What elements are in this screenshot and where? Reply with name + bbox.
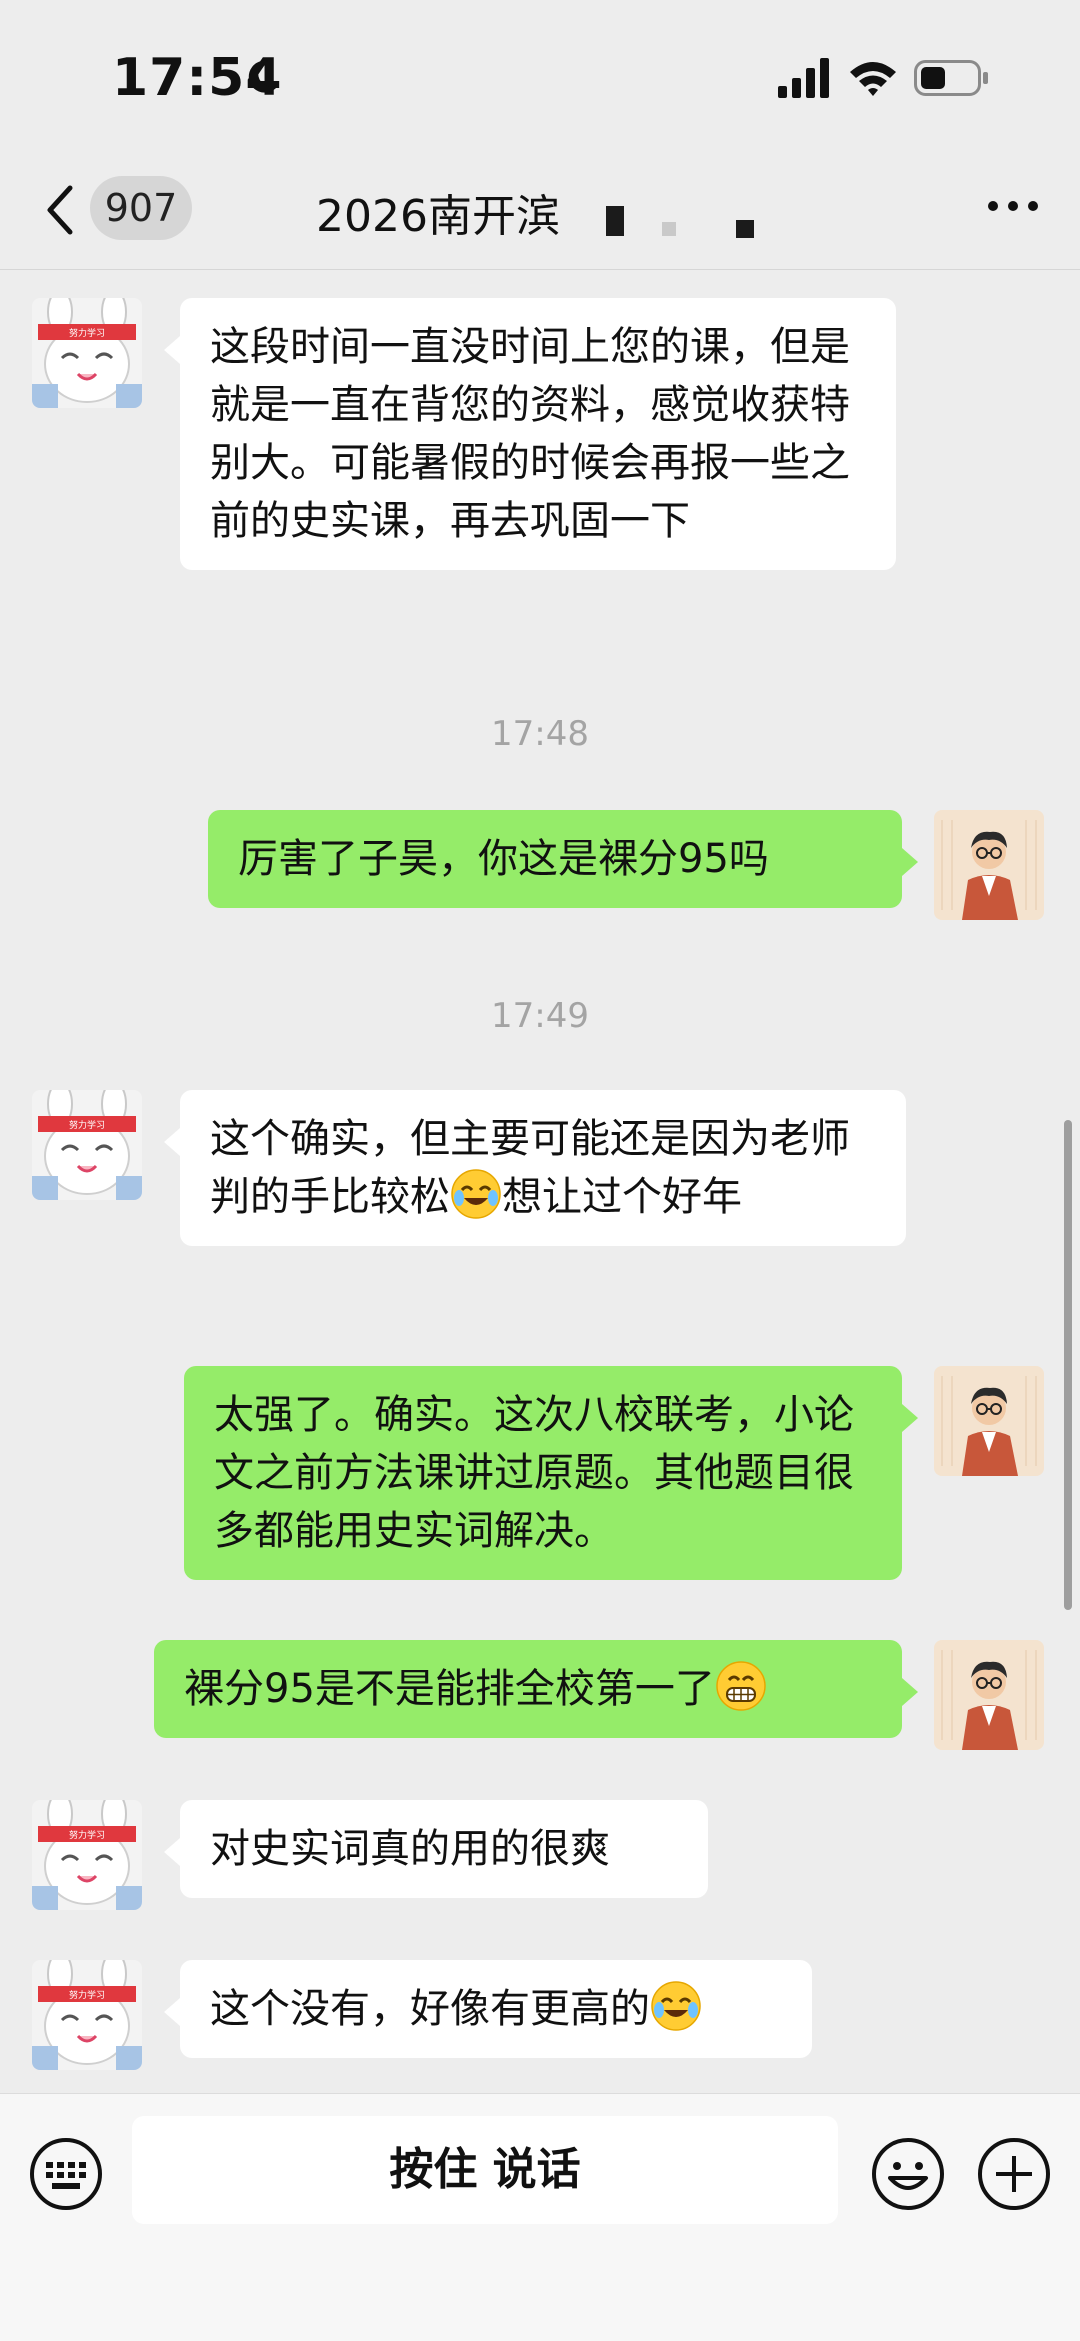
moon-icon — [248, 60, 279, 93]
grinning-emoji — [715, 1660, 767, 1712]
wifi-icon — [850, 62, 896, 96]
more-icon[interactable] — [986, 194, 1040, 218]
plus-icon[interactable] — [976, 2136, 1052, 2212]
timestamp: 17:48 — [491, 714, 589, 754]
message-bubble-in[interactable]: 这个没有，好像有更高的 — [164, 1960, 812, 2058]
message-bubble-in[interactable]: 这个确实，但主要可能还是因为老师判的手比较松 想让过个好年 — [164, 1090, 906, 1246]
message-text: 这个没有，好像有更高的 — [210, 1986, 650, 2032]
message-bubble-out[interactable]: 太强了。确实。这次八校联考，小论文之前方法课讲过原题。其他题目很多都能用史实词解… — [184, 1366, 918, 1580]
message-bubble-out[interactable]: 厉害了子昊，你这是裸分95吗 — [208, 810, 918, 908]
crying-laughing-emoji — [450, 1168, 502, 1220]
message-bubble-out[interactable]: 裸分95是不是能排全校第一了 — [154, 1640, 918, 1738]
message-text: 裸分95是不是能排全校第一了 — [184, 1666, 715, 1712]
message-text: 太强了。确实。这次八校联考，小论文之前方法课讲过原题。其他题目很多都能用史实词解… — [214, 1392, 854, 1554]
message-text: 想让过个好年 — [502, 1174, 742, 1220]
teacher-avatar[interactable] — [934, 1640, 1044, 1750]
redaction-mark — [606, 206, 624, 236]
chevron-left-icon[interactable] — [40, 180, 80, 240]
scrollbar[interactable] — [1064, 1120, 1072, 1610]
contact-avatar[interactable] — [32, 1800, 142, 1910]
message-bubble-in[interactable]: 这段时间一直没时间上您的课，但是就是一直在背您的资料，感觉收获特别大。可能暑假的… — [164, 298, 896, 570]
chat-title: 2026南开滨 — [316, 191, 560, 242]
contact-avatar[interactable] — [32, 1090, 142, 1200]
status-bar: 17:54 — [0, 0, 1080, 150]
battery-icon — [914, 60, 988, 96]
unread-count-badge[interactable]: 907 — [90, 176, 192, 240]
input-bar: 按住 说话 — [0, 2093, 1080, 2341]
timestamp: 17:49 — [491, 996, 589, 1036]
message-text: 这段时间一直没时间上您的课，但是就是一直在背您的资料，感觉收获特别大。可能暑假的… — [210, 324, 850, 544]
message-bubble-in[interactable]: 对史实词真的用的很爽 — [164, 1800, 708, 1898]
contact-avatar[interactable] — [32, 298, 142, 408]
message-text: 厉害了子昊，你这是裸分95吗 — [238, 836, 769, 882]
redaction-mark — [736, 220, 754, 238]
message-text: 对史实词真的用的很爽 — [210, 1826, 610, 1872]
teacher-avatar[interactable] — [934, 1366, 1044, 1476]
crying-laughing-emoji — [650, 1980, 702, 2032]
teacher-avatar[interactable] — [934, 810, 1044, 920]
keyboard-icon[interactable] — [28, 2136, 104, 2212]
chat-header: 907 2026南开滨 — [0, 150, 1080, 270]
smiley-icon[interactable] — [870, 2136, 946, 2212]
signal-icon — [778, 58, 829, 98]
contact-avatar[interactable] — [32, 1960, 142, 2070]
redaction-mark — [662, 222, 676, 236]
hold-to-talk-button[interactable]: 按住 说话 — [132, 2116, 838, 2224]
